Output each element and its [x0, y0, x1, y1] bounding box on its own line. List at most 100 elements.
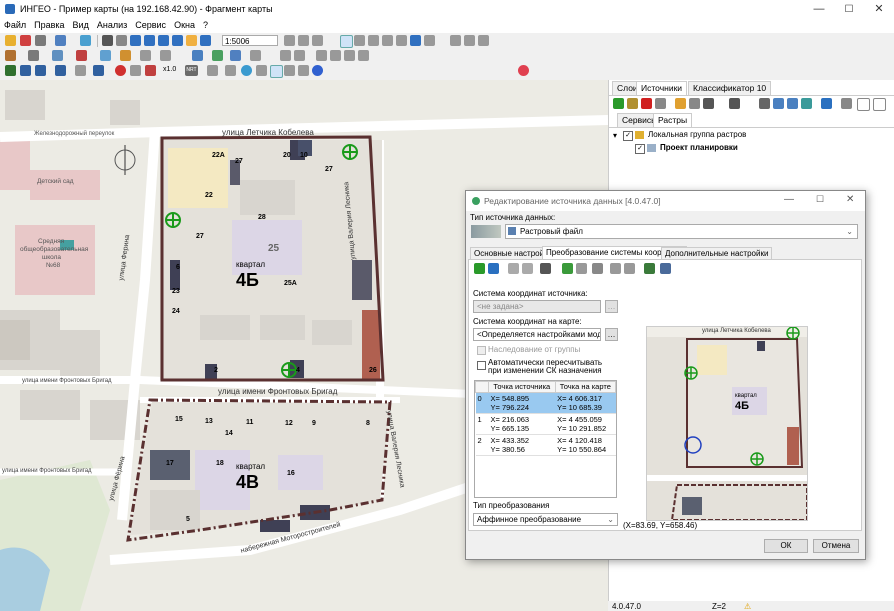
print-icon[interactable]	[35, 35, 46, 46]
paste-points-icon[interactable]	[624, 263, 635, 274]
pointer-icon[interactable]	[340, 35, 353, 48]
edit-icon[interactable]	[5, 50, 16, 61]
zoom-out-icon[interactable]	[144, 35, 155, 46]
options-icon[interactable]	[424, 35, 435, 46]
menu-file[interactable]: Файл	[0, 19, 30, 31]
checkbox-none-icon[interactable]	[873, 98, 886, 111]
vertex-icon[interactable]	[316, 50, 327, 61]
raster-preview[interactable]: улица Летчика Кобелева квартал 4Б	[646, 326, 808, 521]
minimize-button[interactable]: —	[804, 0, 834, 19]
scale-input[interactable]: 1:5006	[222, 35, 278, 46]
tool-k-icon[interactable]	[284, 65, 295, 76]
tool-i-icon[interactable]	[225, 65, 236, 76]
stop-icon[interactable]	[115, 65, 126, 76]
maximize-button[interactable]: ☐	[834, 0, 864, 19]
zoom-ratio-label[interactable]: x1.0	[163, 66, 176, 73]
move-point-icon[interactable]	[488, 263, 499, 274]
snap-node-icon[interactable]	[294, 50, 305, 61]
lasso-icon[interactable]	[354, 35, 365, 46]
add-icon[interactable]	[613, 98, 624, 109]
tab-sources[interactable]: Источники	[636, 81, 688, 96]
menu-view[interactable]: Вид	[69, 19, 93, 31]
redo-icon[interactable]	[250, 50, 261, 61]
menu-help[interactable]: ?	[199, 19, 212, 31]
tool-a-icon[interactable]	[5, 65, 16, 76]
home-point-icon[interactable]	[576, 263, 587, 274]
dialog-minimize-button[interactable]: —	[784, 194, 794, 205]
tab-classifier[interactable]: Классификатор 10	[688, 81, 772, 96]
close-button[interactable]: ✕	[864, 0, 894, 19]
tool-f-icon[interactable]	[130, 65, 141, 76]
checkbox-all-icon[interactable]	[857, 98, 870, 111]
help-icon[interactable]	[518, 65, 529, 76]
tool-h-icon[interactable]	[207, 65, 218, 76]
menu-windows[interactable]: Окна	[170, 19, 199, 31]
rotate-icon[interactable]	[358, 50, 369, 61]
add-point-icon[interactable]	[474, 263, 485, 274]
menu-service[interactable]: Сервис	[131, 19, 170, 31]
paste-icon[interactable]	[298, 35, 309, 46]
fit-icon[interactable]	[478, 35, 489, 46]
source-type-select[interactable]: Растровый файл ⌄	[505, 224, 858, 239]
zoom-next-icon[interactable]	[200, 35, 211, 46]
tool-b-icon[interactable]	[20, 65, 31, 76]
table-icon[interactable]	[192, 50, 203, 61]
tree-item-label[interactable]: Проект планировки	[660, 143, 738, 152]
open-icon[interactable]	[5, 35, 16, 46]
search-raster-icon[interactable]	[801, 98, 812, 109]
item-checkbox[interactable]: ✓	[635, 144, 645, 154]
settings-icon[interactable]	[841, 98, 852, 109]
align-icon[interactable]	[562, 263, 573, 274]
raster-icon[interactable]	[773, 98, 784, 109]
copy-icon[interactable]	[284, 35, 295, 46]
tool-c-icon[interactable]	[35, 65, 46, 76]
merge-icon[interactable]	[140, 50, 151, 61]
dialog-close-button[interactable]: ✕	[846, 194, 854, 205]
zoom-window-icon[interactable]	[158, 35, 169, 46]
minus-icon[interactable]	[689, 98, 700, 109]
list-icon[interactable]	[759, 98, 770, 109]
layer-select-icon[interactable]	[410, 35, 421, 46]
image-icon[interactable]	[787, 98, 798, 109]
globe-icon[interactable]	[241, 65, 252, 76]
nrt-button[interactable]: NRT	[185, 65, 198, 76]
menu-analysis[interactable]: Анализ	[93, 19, 131, 31]
import-icon[interactable]	[644, 263, 655, 274]
shrink-icon[interactable]	[450, 35, 461, 46]
tree-group-label[interactable]: Локальная группа растров	[648, 130, 746, 139]
undo-icon[interactable]	[230, 50, 241, 61]
tool-j-icon[interactable]	[270, 65, 283, 78]
edit-source-icon[interactable]	[627, 98, 638, 109]
search-icon[interactable]	[55, 65, 66, 76]
tool-g-icon[interactable]	[145, 65, 156, 76]
table-row[interactable]: 2 X= 433.352 Y= 380.56 X= 4 120.418 Y= 10 …	[475, 434, 616, 456]
zoom-prev-icon[interactable]	[186, 35, 197, 46]
link-icon[interactable]	[592, 263, 603, 274]
remove-icon[interactable]	[641, 98, 652, 109]
copy-points-icon[interactable]	[610, 263, 621, 274]
select-frame-icon[interactable]	[102, 35, 113, 46]
map-cs-select[interactable]: <Определяется настройками модуля	[473, 328, 601, 341]
auto-recalc-checkbox[interactable]	[477, 361, 486, 370]
ok-button[interactable]: ОК	[764, 539, 808, 553]
tree-expand-icon[interactable]: ▾	[613, 131, 617, 140]
home-icon[interactable]	[256, 65, 267, 76]
map-cs-browse-button[interactable]: …	[605, 328, 618, 341]
menu-edit[interactable]: Правка	[30, 19, 68, 31]
fit-points-icon[interactable]	[540, 263, 551, 274]
cut-icon[interactable]	[312, 35, 323, 46]
tool-d-icon[interactable]	[75, 65, 86, 76]
move-icon[interactable]	[344, 50, 355, 61]
split-icon[interactable]	[160, 50, 171, 61]
layers-icon[interactable]	[20, 35, 31, 46]
cancel-button[interactable]: Отмена	[813, 539, 859, 553]
properties-icon[interactable]	[655, 98, 666, 109]
subtab-rasters[interactable]: Растры	[653, 113, 693, 128]
measure-icon[interactable]	[382, 35, 393, 46]
source-cs-browse-button[interactable]: …	[605, 300, 618, 313]
delete-icon[interactable]	[76, 50, 87, 61]
export-icon[interactable]	[660, 263, 671, 274]
refresh-icon[interactable]	[80, 35, 91, 46]
object-icon[interactable]	[28, 50, 39, 61]
edit-point-icon[interactable]	[508, 263, 519, 274]
